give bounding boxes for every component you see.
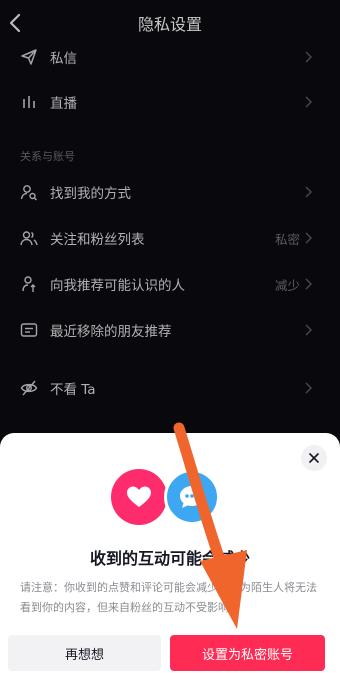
set-private-account-button[interactable]: 设置为私密账号	[170, 635, 325, 671]
comment-icon	[180, 486, 204, 508]
heart-badge	[111, 469, 167, 525]
comment-badge	[164, 469, 220, 525]
dialog-title: 收到的互动可能会减少	[89, 549, 250, 568]
close-button[interactable]	[301, 445, 327, 471]
heart-icon	[127, 486, 151, 507]
close-icon	[309, 453, 319, 463]
cancel-button[interactable]: 再想想	[8, 635, 161, 671]
dialog-description: 请注意：你收到的点赞和评论可能会减少，因为陌生人将无法看到你的内容，但来自粉丝的…	[20, 581, 317, 614]
